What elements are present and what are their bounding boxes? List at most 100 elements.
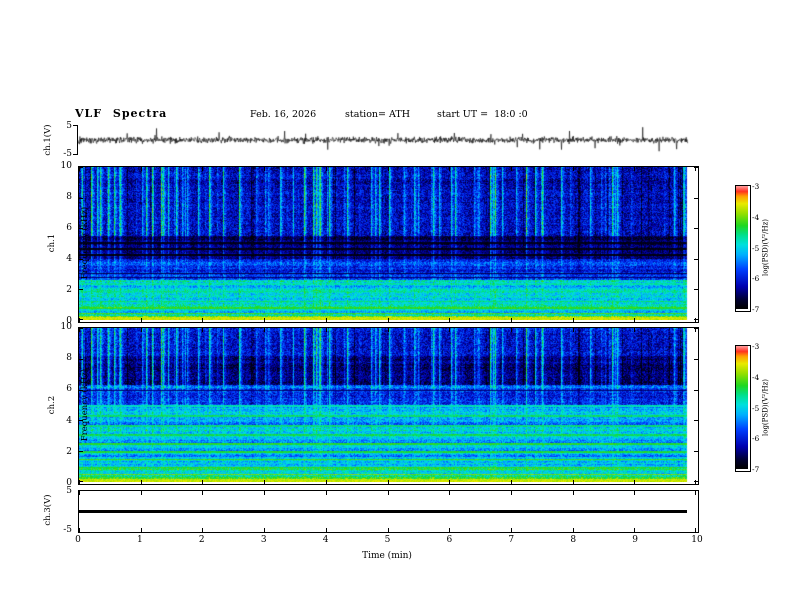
colorbar-tick-label: -7: [752, 465, 760, 474]
x-tick-mark: [511, 328, 512, 332]
x-tick-mark: [511, 318, 512, 322]
y-tick-label: 8: [66, 353, 72, 364]
y-tick-mark: [79, 167, 83, 168]
colorbar-ch1-canvas: [736, 186, 748, 309]
x-tick-mark: [202, 528, 203, 532]
x-tick-mark: [79, 491, 80, 495]
y-tick-mark: [694, 228, 698, 229]
y-tick-mark: [694, 359, 698, 360]
y-tick-label: 2: [66, 446, 72, 457]
y-tick-mark: [694, 328, 698, 329]
x-tick-mark: [141, 167, 142, 171]
x-tick-mark: [388, 318, 389, 322]
x-tick-mark: [634, 318, 635, 322]
x-tick-mark: [264, 480, 265, 484]
colorbar-tick-label: -6: [752, 434, 760, 444]
spec2-frequency-label: Frequency (kHz): [80, 368, 90, 442]
ch3-panel: [78, 490, 699, 533]
x-tick-mark: [573, 528, 574, 532]
colorbar-tick-label: -3: [752, 342, 760, 351]
y-tick-mark: [694, 167, 698, 168]
start-ut-label: start UT = 18:0 :0: [437, 109, 528, 120]
x-tick-mark: [511, 528, 512, 532]
colorbar-ch2-canvas: [736, 346, 748, 469]
colorbar-tick-label: -7: [752, 305, 760, 314]
y-tick-label: -5: [63, 149, 72, 159]
x-tick-mark: [202, 318, 203, 322]
x-tick-mark: [449, 167, 450, 171]
x-tick-mark: [202, 491, 203, 495]
date-label: Feb. 16, 2026: [250, 109, 317, 120]
waveform-tick-top: [73, 125, 78, 126]
colorbar-tick-label: -5: [752, 403, 760, 413]
y-tick-mark: [694, 198, 698, 199]
y-tick-mark: [79, 328, 83, 329]
x-axis-title: Time (min): [362, 551, 412, 561]
y-tick-label: 8: [66, 192, 72, 202]
colorbar-tick-label: -4: [752, 212, 760, 222]
x-tick-label: 0: [75, 535, 81, 545]
x-tick-label: 5: [384, 535, 391, 545]
x-tick-label: 10: [691, 535, 703, 545]
x-tick-mark: [264, 318, 265, 322]
x-tick-mark: [634, 167, 635, 171]
x-tick-label: 3: [260, 535, 267, 545]
spectrogram-ch2-panel: [78, 327, 699, 485]
x-tick-mark: [326, 491, 327, 495]
x-tick-mark: [141, 318, 142, 322]
spectrogram-ch1-canvas: [79, 167, 696, 320]
x-tick-mark: [573, 480, 574, 484]
spectrogram-ch1-panel: [78, 166, 699, 323]
colorbar-ch2: [735, 345, 751, 472]
ch1-waveform-canvas: [78, 125, 697, 155]
y-tick-label: -5: [63, 525, 72, 535]
x-tick-label: 9: [632, 535, 638, 545]
x-tick-label: 8: [570, 535, 577, 545]
y-tick-label: 6: [66, 223, 72, 233]
x-tick-mark: [511, 480, 512, 484]
station-label: station= ATH: [345, 109, 410, 120]
x-tick-label: 7: [508, 535, 515, 545]
x-tick-mark: [326, 318, 327, 322]
x-tick-mark: [264, 491, 265, 495]
colorbar-tick-label: -4: [752, 372, 760, 382]
x-tick-label: 2: [198, 535, 205, 545]
spec1-axis-label: ch.1 Frequency (kHz): [25, 183, 90, 303]
x-tick-mark: [141, 328, 142, 332]
x-tick-mark: [695, 491, 696, 495]
x-tick-mark: [449, 318, 450, 322]
spectrogram-ch2-canvas: [79, 328, 696, 482]
y-tick-label: 4: [66, 415, 72, 426]
y-tick-label: 10: [60, 322, 72, 332]
ch3-flat-line: [79, 510, 687, 513]
y-tick-mark: [694, 289, 698, 290]
x-tick-mark: [573, 491, 574, 495]
x-tick-mark: [634, 480, 635, 484]
x-tick-mark: [511, 491, 512, 495]
spec2-axis-label: ch.2 Frequency (kHz): [25, 345, 90, 465]
x-tick-mark: [141, 480, 142, 484]
x-tick-mark: [326, 480, 327, 484]
x-tick-mark: [449, 491, 450, 495]
colorbar-ch1: [735, 185, 751, 312]
x-tick-mark: [573, 167, 574, 171]
x-tick-mark: [695, 528, 696, 532]
y-tick-label: 5: [66, 121, 72, 131]
x-tick-mark: [449, 328, 450, 332]
colorbar-tick-label: -3: [752, 182, 760, 191]
x-tick-mark: [264, 167, 265, 171]
y-tick-label: 6: [66, 384, 72, 395]
y-tick-mark: [694, 319, 698, 320]
y-tick-label: 2: [66, 285, 72, 295]
x-tick-mark: [326, 167, 327, 171]
spec1-frequency-label: Frequency (kHz): [80, 206, 90, 280]
x-tick-label: 4: [322, 535, 329, 545]
y-tick-mark: [694, 259, 698, 260]
y-tick-label: 5: [66, 486, 72, 496]
y-tick-mark: [694, 481, 698, 482]
waveform-y-axis: [77, 125, 78, 155]
colorbar-tick-label: -6: [752, 274, 760, 284]
x-tick-mark: [202, 328, 203, 332]
y-tick-mark: [694, 420, 698, 421]
x-tick-mark: [388, 328, 389, 332]
